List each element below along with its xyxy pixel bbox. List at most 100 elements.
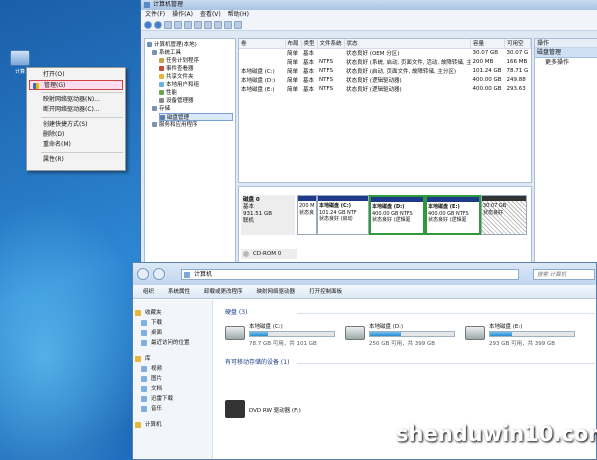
column-header[interactable]: 卷 [239, 39, 286, 49]
menu-view[interactable]: 查看(V) [200, 11, 221, 18]
menu-item-open[interactable]: 打开(O) [29, 70, 123, 80]
control-panel-button[interactable]: 打开控制面板 [309, 285, 342, 298]
export-icon[interactable] [224, 21, 232, 29]
tree-item-event-viewer[interactable]: 事件查看器 [147, 65, 233, 73]
list-icon[interactable] [174, 21, 182, 29]
drive-d[interactable]: 本地磁盘 (D:) 250 GB 可用，共 399 GB [345, 322, 455, 350]
menu-item-properties[interactable]: 属性(R) [29, 155, 123, 165]
search-input[interactable]: 搜索 计算机 [533, 269, 595, 280]
table-row[interactable]: 简单 基本 状态良好 (OEM 分区) 30.07 GB 30.07 G [239, 48, 531, 57]
actions-section-disk-management[interactable]: 磁盘管理 [535, 48, 597, 58]
tree-item-disk-management[interactable]: 磁盘管理 [159, 113, 233, 121]
sidebar-item-documents[interactable]: 文档 [133, 384, 212, 394]
organize-button[interactable]: 组织 [143, 285, 154, 298]
sidebar-item-videos[interactable]: 视频 [133, 364, 212, 374]
table-row[interactable]: 本地磁盘 (D:) 简单 基本 NTFS 状态良好 (逻辑驱动器) 400.00 GB 24… [239, 75, 531, 84]
tree-item-users-groups[interactable]: 本地用户和组 [147, 81, 233, 89]
sidebar-item-music[interactable]: 音乐 [133, 404, 212, 414]
cell: 状态良好 (逻辑驱动器) [346, 86, 402, 93]
column-header[interactable]: 类型 [301, 39, 318, 49]
delete-icon[interactable] [204, 21, 212, 29]
help-icon[interactable] [184, 21, 192, 29]
usage-fill [490, 332, 512, 336]
table-row[interactable]: 本地磁盘 (C:) 简单 基本 NTFS 状态良好 (启动, 页面文件, 故障转储, 主… [239, 66, 531, 75]
partition-d[interactable]: 本地磁盘 (D:) 400.00 GB NTFS 状态良好 (逻辑驱 [369, 195, 425, 235]
folder-icon[interactable] [164, 21, 172, 29]
drive-dvd[interactable]: DVD RW 驱动器 (F:) [225, 400, 365, 420]
address-bar[interactable]: 计算机 [181, 269, 519, 280]
sidebar-item-desktop[interactable]: 桌面 [133, 328, 212, 338]
disk-type: 基本 [243, 204, 255, 210]
column-header[interactable]: 容量 [470, 39, 505, 49]
hard-drive-icon [345, 326, 365, 340]
forward-icon[interactable] [154, 21, 162, 29]
menu-item-manage[interactable]: 管理(G) [29, 80, 123, 90]
menu-help[interactable]: 帮助(H) [228, 11, 249, 18]
window-titlebar[interactable]: 计算机管理 [141, 0, 597, 10]
table-header-row: 卷 布局 类型 文件系统 状态 容量 可用空 [239, 39, 531, 49]
actions-header: 操作 [535, 39, 597, 48]
forward-arrow-icon[interactable] [153, 268, 165, 280]
more-actions-link[interactable]: 更多操作 [535, 58, 597, 67]
sidebar-item-libraries[interactable]: 库 [133, 354, 212, 364]
cell: 状态良好 (启动, 页面文件, 故障转储, 主分区) [346, 68, 457, 75]
system-properties-button[interactable]: 系统属性 [168, 285, 190, 298]
table-row[interactable]: 本地磁盘 (E:) 简单 基本 NTFS 状态良好 (逻辑驱动器) 400.00 GB 29… [239, 84, 531, 93]
partition-size: 200 M [299, 203, 315, 209]
computer-management-window: 计算机管理 文件(F) 操作(A) 查看(V) 帮助(H) 计算机管理(本地) 系统工… [140, 0, 597, 270]
partition-c[interactable]: 本地磁盘 (C:) 101.24 GB NTF 状态良好 (启动 [317, 195, 369, 235]
disk0-label[interactable]: 磁盘 0 基本 931.51 GB 联机 [241, 195, 295, 235]
clock-icon [159, 58, 164, 63]
tree-label: 性能 [166, 90, 178, 96]
sidebar-item-thunder-downloads[interactable]: 迅雷下载 [133, 394, 212, 404]
services-icon [152, 122, 157, 127]
menu-action[interactable]: 操作(A) [172, 11, 193, 18]
uninstall-button[interactable]: 卸载或更改程序 [204, 285, 243, 298]
partition-oem[interactable]: 30.07 GB 状态良好 [481, 195, 527, 235]
search-icon[interactable] [234, 21, 242, 29]
refresh-icon[interactable] [214, 21, 222, 29]
tree-item-system-tools[interactable]: 系统工具 [147, 49, 233, 57]
sidebar-item-pictures[interactable]: 图片 [133, 374, 212, 384]
sidebar-item-downloads[interactable]: 下载 [133, 318, 212, 328]
volume-list: 卷 布局 类型 文件系统 状态 容量 可用空 简单 基本 状态良好 (OEM 分区)… [238, 38, 532, 183]
tree-item-performance[interactable]: 性能 [147, 89, 233, 97]
cdrom-label[interactable]: CD-ROM 0 [241, 249, 297, 259]
back-arrow-icon[interactable] [137, 268, 149, 280]
sidebar-item-favorites[interactable]: 收藏夹 [133, 308, 212, 318]
menu-item-create-shortcut[interactable]: 创建快捷方式(S) [29, 120, 123, 130]
tree-item-root[interactable]: 计算机管理(本地) [147, 41, 233, 49]
hard-drive-icon [465, 326, 485, 340]
tree-item-services-apps[interactable]: 服务和应用程序 [147, 121, 233, 129]
menu-item-rename[interactable]: 重命名(M) [29, 140, 123, 150]
tree-item-storage[interactable]: 存储 [147, 105, 233, 113]
menu-item-disconnect-drive[interactable]: 断开网络驱动器(C)... [29, 105, 123, 115]
map-drive-button[interactable]: 映射网络驱动器 [257, 285, 296, 298]
drive-c[interactable]: 本地磁盘 (C:) 78.7 GB 可用，共 101 GB [225, 322, 335, 350]
group-header-removable[interactable]: 有可移动存储的设备 (1) [217, 358, 595, 368]
cell: 简单 [287, 59, 299, 66]
cell: 基本 [303, 86, 315, 93]
tree-item-shared-folders[interactable]: 共享文件夹 [147, 73, 233, 81]
sidebar-item-computer[interactable]: 计算机 [133, 420, 212, 430]
sidebar-item-recent[interactable]: 最近访问的位置 [133, 338, 212, 348]
shield-icon [33, 83, 39, 89]
column-header[interactable]: 状态 [344, 39, 472, 49]
column-header[interactable]: 布局 [285, 39, 302, 49]
table-row[interactable]: 简单基本 NTFS 状态良好 (系统, 启动, 页面文件, 活动, 故障转储, 主分… [239, 57, 531, 66]
partition-system[interactable]: 200 M 状态良 [297, 195, 317, 235]
drive-e[interactable]: 本地磁盘 (E:) 293 GB 可用，共 399 GB [465, 322, 575, 350]
menu-item-delete[interactable]: 删除(D) [29, 130, 123, 140]
partition-e[interactable]: 本地磁盘 (E:) 400.00 GB NTFS 状态良好 (逻辑驱 [425, 195, 481, 235]
back-icon[interactable] [144, 21, 152, 29]
column-header[interactable]: 可用空 [504, 39, 531, 49]
properties-icon[interactable] [194, 21, 202, 29]
tree-item-device-manager[interactable]: 设备管理器 [147, 97, 233, 105]
menu-item-map-drive[interactable]: 映射网络驱动器(N)... [29, 95, 123, 105]
cell: 101.24 GB [472, 67, 502, 74]
menu-file[interactable]: 文件(F) [145, 11, 165, 18]
column-header[interactable]: 文件系统 [317, 39, 345, 49]
disk-graphical-view: 磁盘 0 基本 931.51 GB 联机 200 M 状态良 本地磁盘 (C:) 1… [238, 186, 532, 270]
tree-item-task-scheduler[interactable]: 任务计划程序 [147, 57, 233, 65]
group-header-disks[interactable]: 硬盘 (3) [217, 308, 595, 318]
